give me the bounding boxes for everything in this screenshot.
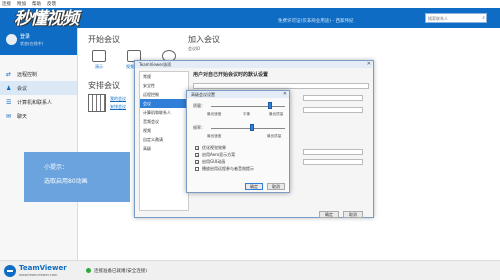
calendar-icon (88, 94, 106, 112)
checkbox-optimize-visual[interactable]: ✓ 优化视觉效果 (195, 145, 226, 151)
category-custom-invitation[interactable]: 自定义邀请 (140, 135, 188, 144)
advanced-titlebar[interactable]: 高级会议设置 ✕ (187, 91, 289, 98)
sidebar-item-label: 会议 (17, 85, 28, 92)
quality-slider-track[interactable] (211, 106, 285, 107)
sidebar-item-remote-control[interactable]: ⇄ 远程控制 (0, 67, 77, 81)
options-titlebar[interactable]: TeamViewer选项 (135, 61, 373, 68)
tip-title: 小提示： (44, 164, 69, 171)
settings-dropdown-4[interactable] (303, 159, 363, 165)
options-category-list: 常规 安全性 远程控制 会议 计算机和联系人 音频会议 视频 自定义邀请 高级 (139, 71, 189, 211)
status-indicator-icon (86, 268, 91, 273)
close-icon[interactable]: ✕ (283, 91, 287, 98)
speed-tick-fast: 最优速度 (207, 134, 222, 138)
my-meetings-link[interactable]: 我的会议 (110, 96, 126, 102)
connection-status: 连接准备已就绪(安全连接) (94, 269, 148, 274)
checkbox-label: 优化视觉效果 (202, 145, 226, 150)
checkbox-aero[interactable]: ✓ 启用Aero显示方案 (195, 152, 235, 158)
search-box[interactable]: ⌕ (425, 13, 487, 23)
arrows-icon: ⇄ (6, 70, 12, 78)
tile-label: 演示 (95, 64, 103, 69)
join-meeting-title: 加入会议 (188, 35, 220, 44)
meeting-id-label: 会议ID (188, 46, 201, 51)
watermark-logo: 秒懂视频 (14, 9, 79, 29)
speed-slider-knob[interactable] (249, 124, 254, 131)
checkbox-label: 启用GUI动画 (202, 159, 226, 164)
menu-item-connect[interactable]: 连接 (2, 1, 11, 7)
category-general[interactable]: 常规 (140, 72, 188, 81)
advanced-title: 高级会议设置 (191, 92, 215, 97)
settings-field-1[interactable] (193, 83, 369, 89)
sidebar: 登录 状态(在线中) ⇄ 远程控制 ♟ 会议 ☰ 计算机和联系人 ✉ 聊天 (0, 28, 78, 260)
bottom-bar: TeamViewer www.teamviewer.com 连接准备已就绪(安全… (0, 260, 500, 280)
quality-label: 质量： (193, 103, 205, 108)
tip-box: 小提示： 选取启用80动画 (24, 152, 130, 202)
schedule-meeting-title: 安排会议 (88, 81, 120, 90)
quality-tick-balanced: 平衡 (243, 112, 251, 116)
sidebar-item-chat[interactable]: ✉ 聊天 (0, 109, 77, 123)
speed-tick-best: 最优质量 (267, 134, 282, 138)
profile-status: 状态(在线中) (20, 41, 44, 46)
advanced-cancel-button[interactable]: 取消 (267, 183, 285, 190)
present-tile[interactable]: 演示 (88, 50, 110, 70)
category-audio-conferencing[interactable]: 音频会议 (140, 117, 188, 126)
checkbox-box[interactable]: ✓ (195, 146, 199, 151)
sidebar-item-label: 远程控制 (17, 71, 38, 78)
avatar (6, 34, 17, 45)
license-text: 免费许可证(仅非商业用途) - 西家伟纪 (278, 19, 354, 24)
settings-dropdown-1[interactable] (303, 95, 363, 101)
checkbox-box[interactable]: ✓ (195, 153, 199, 158)
checkbox-label: 启用Aero显示方案 (202, 152, 236, 157)
checkbox-sound-notify[interactable]: 播放启用远程参与者音效提示 (195, 166, 254, 172)
sidebar-item-meeting[interactable]: ♟ 会议 (0, 81, 77, 95)
category-advanced[interactable]: 高级 (140, 144, 188, 153)
options-cancel-button[interactable]: 取消 (343, 211, 363, 218)
teamviewer-logo-icon (4, 265, 16, 277)
options-heading: 用户对自己开始会议时的默认设置 (193, 72, 269, 78)
category-meeting[interactable]: 会议 (140, 99, 188, 108)
settings-dropdown-2[interactable] (303, 107, 363, 113)
sidebar-item-contacts[interactable]: ☰ 计算机和联系人 (0, 95, 77, 109)
category-remote-control[interactable]: 远程控制 (140, 90, 188, 99)
present-icon (92, 50, 106, 62)
sidebar-item-label: 计算机和联系人 (17, 99, 53, 106)
brand-name: TeamViewer (19, 264, 67, 272)
quality-slider-knob[interactable] (268, 102, 273, 109)
speed-slider-track[interactable] (211, 128, 285, 129)
checkbox-gui-animation[interactable]: ✓ 启用GUI动画 (195, 159, 225, 165)
contacts-icon: ☰ (6, 98, 12, 106)
start-meeting-title: 开始会议 (88, 35, 120, 44)
meeting-icon: ♟ (6, 84, 12, 92)
quality-tick-fast: 最优速度 (207, 112, 222, 116)
search-input[interactable] (426, 14, 478, 22)
checkbox-box[interactable] (195, 167, 199, 171)
tip-text: 选取启用80动画 (44, 178, 88, 185)
schedule-meeting-link[interactable]: 安排会议 (110, 104, 126, 110)
settings-dropdown-3[interactable] (303, 149, 363, 155)
category-video[interactable]: 视频 (140, 126, 188, 135)
chat-icon: ✉ (6, 112, 12, 120)
profile-name: 登录 (20, 34, 31, 40)
options-ok-button[interactable]: 确定 (319, 211, 339, 218)
search-icon[interactable]: ⌕ (482, 15, 485, 21)
checkbox-label: 播放启用远程参与者音效提示 (202, 166, 254, 171)
advanced-meeting-dialog: 高级会议设置 ✕ 质量： 最优速度 平衡 最优质量 帧率： 最优速度 最优质量 … (186, 90, 290, 193)
quality-tick-best: 最优质量 (269, 112, 284, 116)
profile-panel[interactable]: 登录 状态(在线中) (0, 28, 77, 55)
category-security[interactable]: 安全性 (140, 81, 188, 90)
advanced-ok-button[interactable]: 确定 (245, 183, 263, 190)
speed-label: 帧率： (193, 125, 205, 130)
brand-url: www.teamviewer.com (19, 273, 58, 277)
category-computers-contacts[interactable]: 计算机和联系人 (140, 108, 188, 117)
checkbox-box[interactable]: ✓ (195, 160, 199, 165)
close-icon[interactable]: ✕ (367, 61, 371, 67)
sidebar-item-label: 聊天 (17, 113, 28, 120)
